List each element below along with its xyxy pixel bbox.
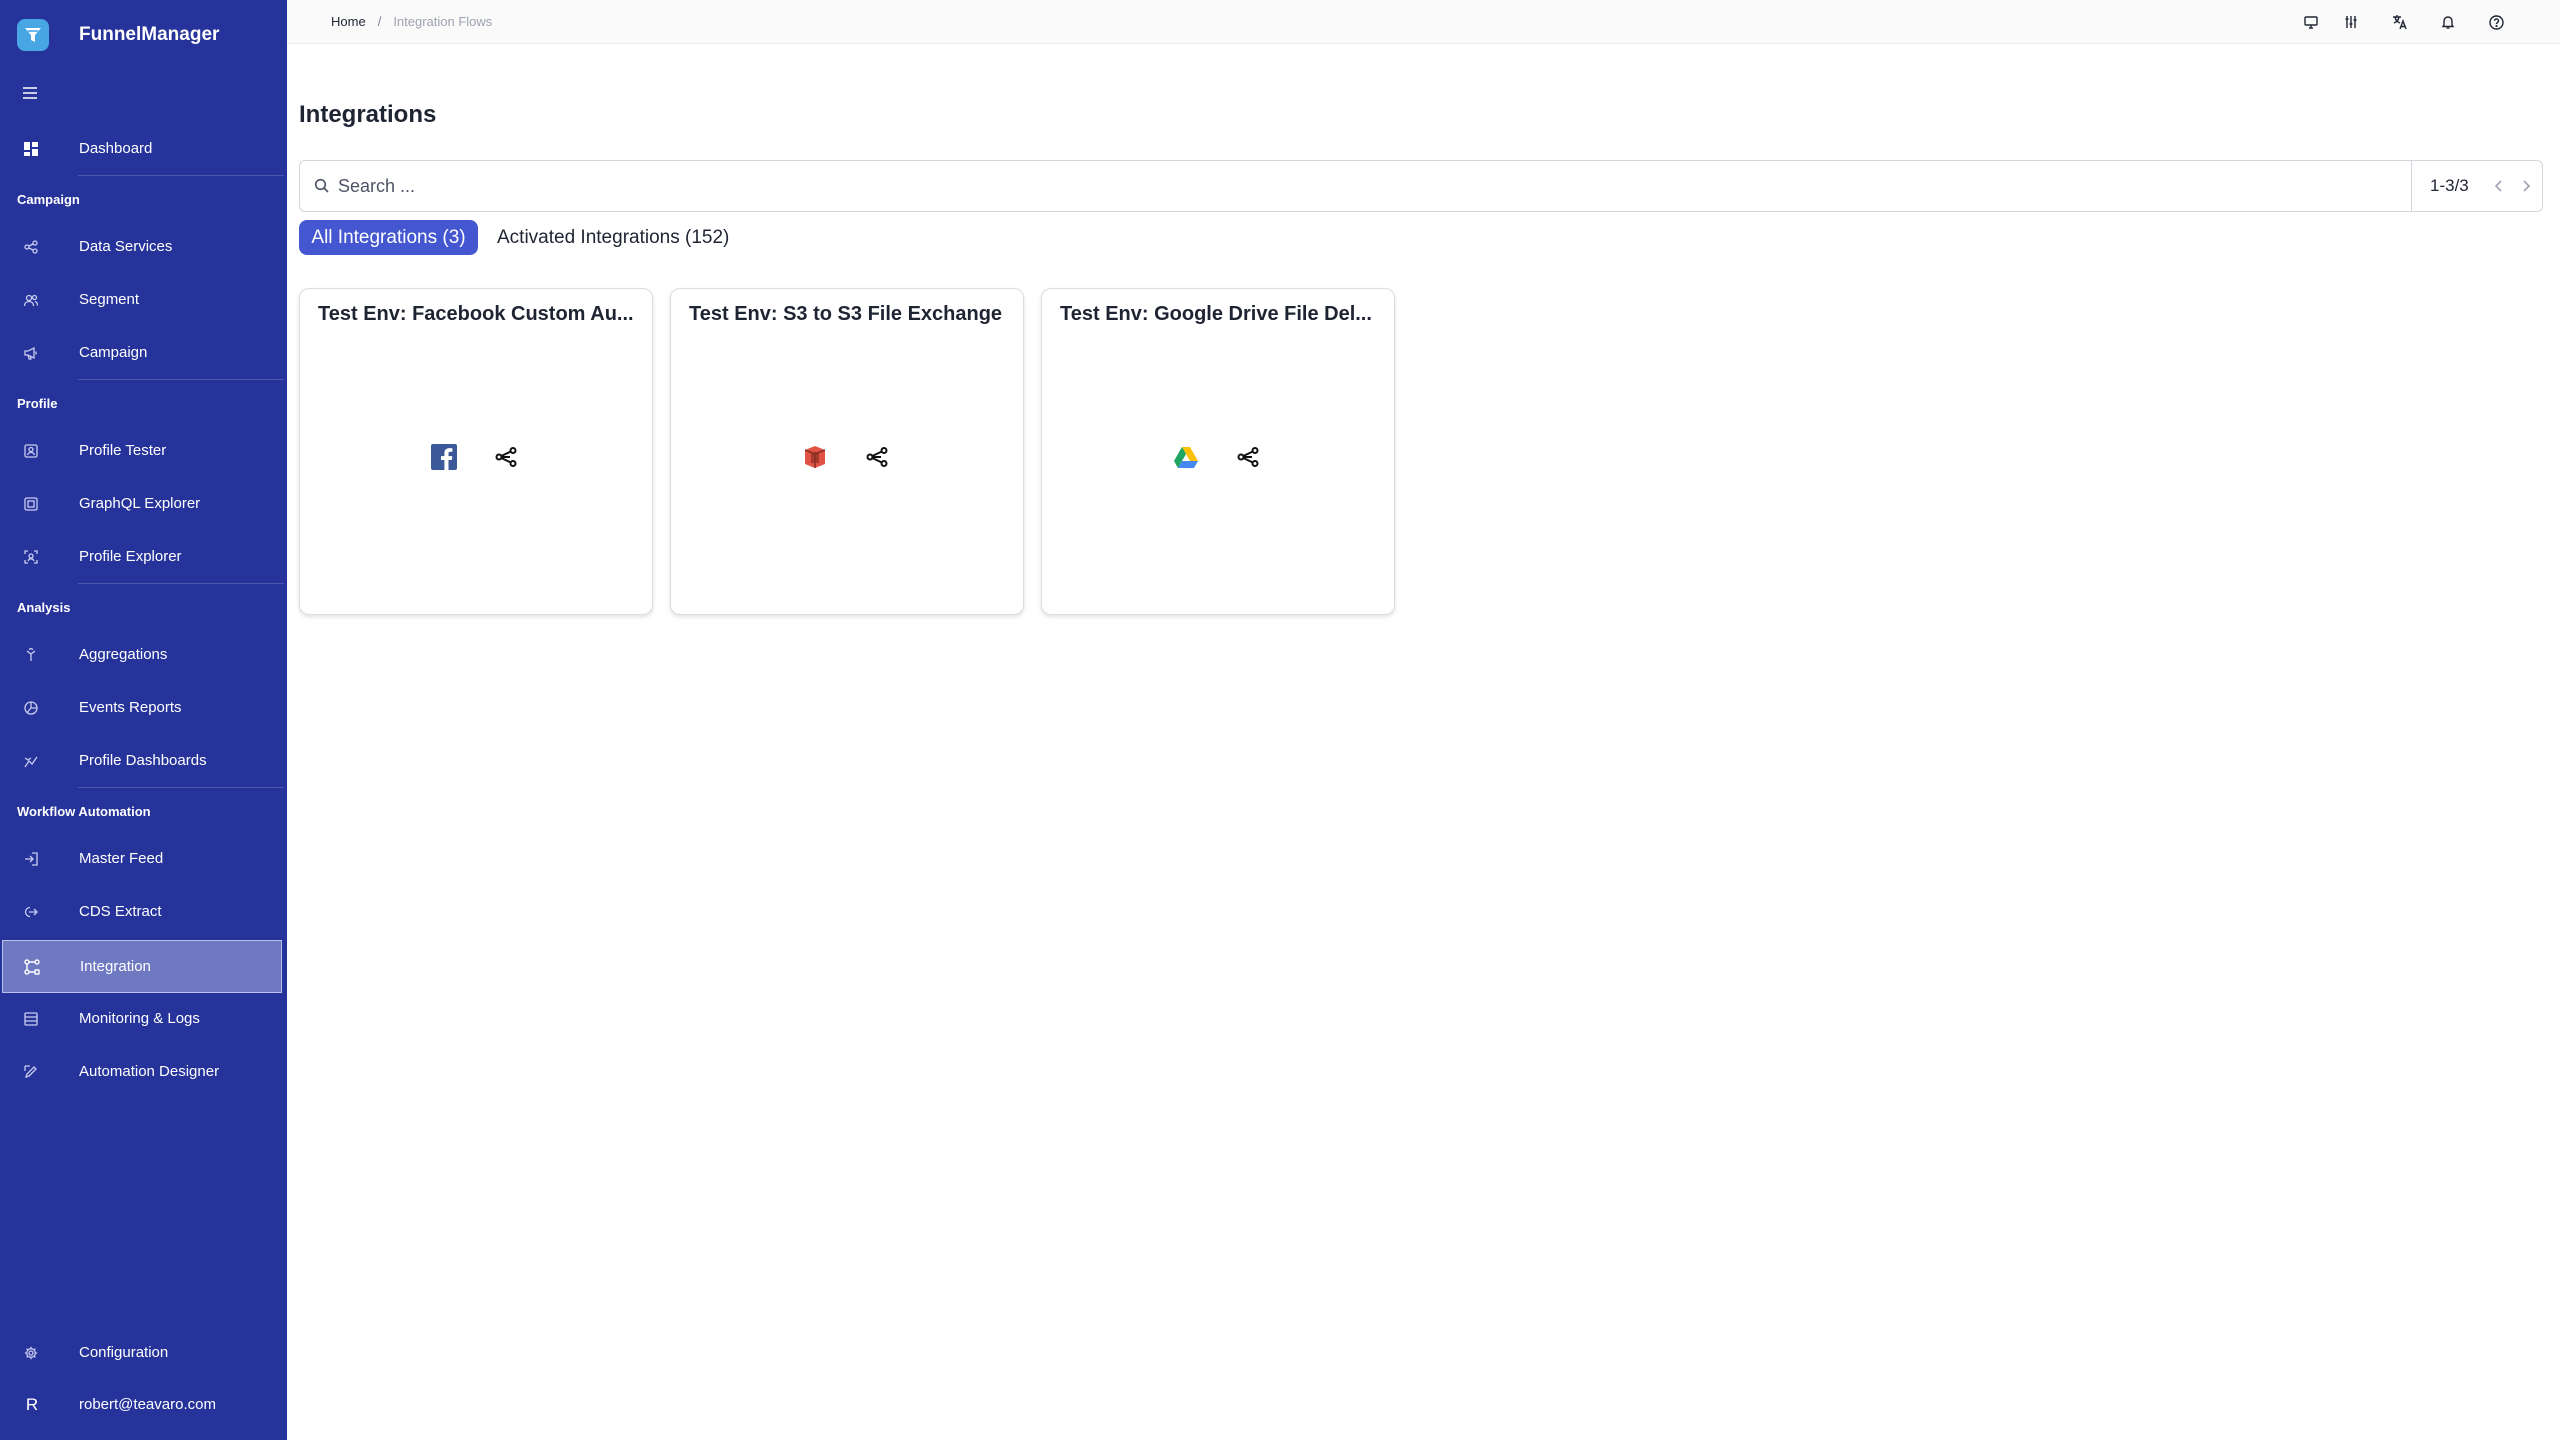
integration-card-title: Test Env: S3 to S3 File Exchange [689, 303, 1003, 325]
menu-toggle-icon[interactable] [20, 83, 40, 103]
face-scan-icon [21, 547, 41, 567]
sidebar-item-configuration[interactable]: Configuration [0, 1326, 284, 1379]
sidebar-item-automation-designer[interactable]: Automation Designer [0, 1045, 284, 1098]
divider [78, 175, 284, 176]
search-bar: 1-3/3 [299, 160, 2543, 212]
sidebar-item-campaign[interactable]: Campaign [0, 326, 284, 379]
help-circle-icon[interactable] [2485, 11, 2507, 33]
share-flow-icon [495, 446, 517, 468]
login-icon [21, 849, 41, 869]
sidebar-item-profile-tester[interactable]: Profile Tester [0, 424, 284, 477]
sidebar-item-aggregations[interactable]: Aggregations [0, 628, 284, 681]
flow-nodes-icon [22, 957, 42, 977]
users-icon [21, 290, 41, 310]
chevron-right-icon[interactable] [2517, 177, 2535, 195]
sidebar-item-label: Events Reports [79, 699, 182, 716]
pie-chart-icon [21, 698, 41, 718]
translate-icon[interactable] [2389, 11, 2411, 33]
tab-activated-integrations[interactable]: Activated Integrations (152) [497, 220, 729, 255]
divider [78, 787, 284, 788]
sidebar-item-profile-dashboards[interactable]: Profile Dashboards [0, 734, 284, 787]
monitor-icon[interactable] [2300, 11, 2322, 33]
sidebar: FunnelManager Dashboard Campaign Data Se… [0, 0, 287, 1440]
integration-card-icons [1042, 441, 1396, 471]
chevron-left-icon[interactable] [2490, 177, 2508, 195]
pencil-ruler-icon [21, 1062, 41, 1082]
integration-card-icons [300, 441, 654, 471]
sidebar-item-label: Master Feed [79, 850, 164, 867]
google-drive-icon [1173, 444, 1199, 470]
facebook-icon [431, 444, 457, 470]
share-nodes-icon [21, 237, 41, 257]
sidebar-item-integration[interactable]: Integration [2, 940, 282, 993]
sidebar-item-label: Dashboard [79, 140, 153, 157]
tab-all-integrations[interactable]: All Integrations (3) [299, 220, 478, 255]
sidebar-item-label: GraphQL Explorer [79, 495, 201, 512]
integration-card-title: Test Env: Google Drive File Del... [1060, 303, 1372, 325]
section-title-analysis: Analysis [17, 600, 71, 615]
section-title-workflow-automation: Workflow Automation [17, 804, 151, 819]
merge-arrows-icon [21, 645, 41, 665]
avatar: R [25, 1394, 39, 1414]
breadcrumb-current: Integration Flows [393, 14, 493, 29]
integration-card[interactable]: Test Env: Facebook Custom Au... [299, 288, 653, 615]
pagination-range: 1-3/3 [2430, 176, 2469, 195]
trend-chart-icon [21, 751, 41, 771]
sidebar-item-events-reports[interactable]: Events Reports [0, 681, 284, 734]
sidebar-item-monitoring-logs[interactable]: Monitoring & Logs [0, 992, 284, 1045]
explorer-icon [21, 494, 41, 514]
user-menu[interactable]: R robert@teavaro.com [0, 1378, 284, 1431]
sidebar-item-label: Integration [80, 958, 151, 975]
sidebar-item-dashboard[interactable]: Dashboard [0, 122, 284, 175]
top-bar: Home / Integration Flows [287, 0, 2560, 44]
bell-icon[interactable] [2437, 11, 2459, 33]
pagination: 1-3/3 [2411, 161, 2542, 211]
sidebar-item-cds-extract[interactable]: CDS Extract [0, 885, 284, 938]
sidebar-item-label: Campaign [79, 344, 148, 361]
sidebar-item-label: Profile Dashboards [79, 752, 207, 769]
brand[interactable]: FunnelManager [17, 19, 219, 51]
divider [78, 379, 284, 380]
breadcrumb: Home / Integration Flows [331, 14, 492, 29]
sidebar-item-segment[interactable]: Segment [0, 273, 284, 326]
logout-icon [21, 902, 41, 922]
sidebar-item-graphql-explorer[interactable]: GraphQL Explorer [0, 477, 284, 530]
divider [78, 583, 284, 584]
search-icon [314, 178, 330, 194]
sidebar-item-master-feed[interactable]: Master Feed [0, 832, 284, 885]
sidebar-item-profile-explorer[interactable]: Profile Explorer [0, 530, 284, 583]
integration-card-title: Test Env: Facebook Custom Au... [318, 303, 634, 325]
sidebar-item-label: Monitoring & Logs [79, 1010, 200, 1027]
aws-s3-icon [802, 444, 828, 470]
profile-card-icon [21, 441, 41, 461]
integration-card-icons [671, 441, 1025, 471]
sidebar-item-label: Automation Designer [79, 1063, 220, 1080]
section-title-campaign: Campaign [17, 192, 80, 207]
sidebar-item-data-services[interactable]: Data Services [0, 220, 284, 273]
search-input[interactable] [338, 171, 2398, 201]
breadcrumb-separator: / [377, 14, 382, 29]
integration-card[interactable]: Test Env: S3 to S3 File Exchange [670, 288, 1024, 615]
sidebar-item-label: Configuration [79, 1344, 169, 1361]
gear-icon [21, 1343, 41, 1363]
sliders-icon[interactable] [2340, 11, 2362, 33]
sidebar-item-label: Profile Tester [79, 442, 167, 459]
sidebar-item-label: Aggregations [79, 646, 168, 663]
integration-card[interactable]: Test Env: Google Drive File Del... [1041, 288, 1395, 615]
list-icon [21, 1009, 41, 1029]
page-title: Integrations [299, 101, 437, 128]
funnel-logo-icon [17, 19, 49, 51]
share-flow-icon [1237, 446, 1259, 468]
breadcrumb-home[interactable]: Home [331, 14, 366, 29]
sidebar-item-label: CDS Extract [79, 903, 162, 920]
section-title-profile: Profile [17, 396, 58, 411]
share-flow-icon [866, 446, 888, 468]
sidebar-item-label: Data Services [79, 238, 173, 255]
sidebar-item-label: Segment [79, 291, 140, 308]
sidebar-item-label: Profile Explorer [79, 548, 182, 565]
dashboard-icon [21, 139, 41, 159]
user-email: robert@teavaro.com [79, 1396, 216, 1413]
megaphone-icon [21, 343, 41, 363]
app-name: FunnelManager [79, 24, 220, 45]
